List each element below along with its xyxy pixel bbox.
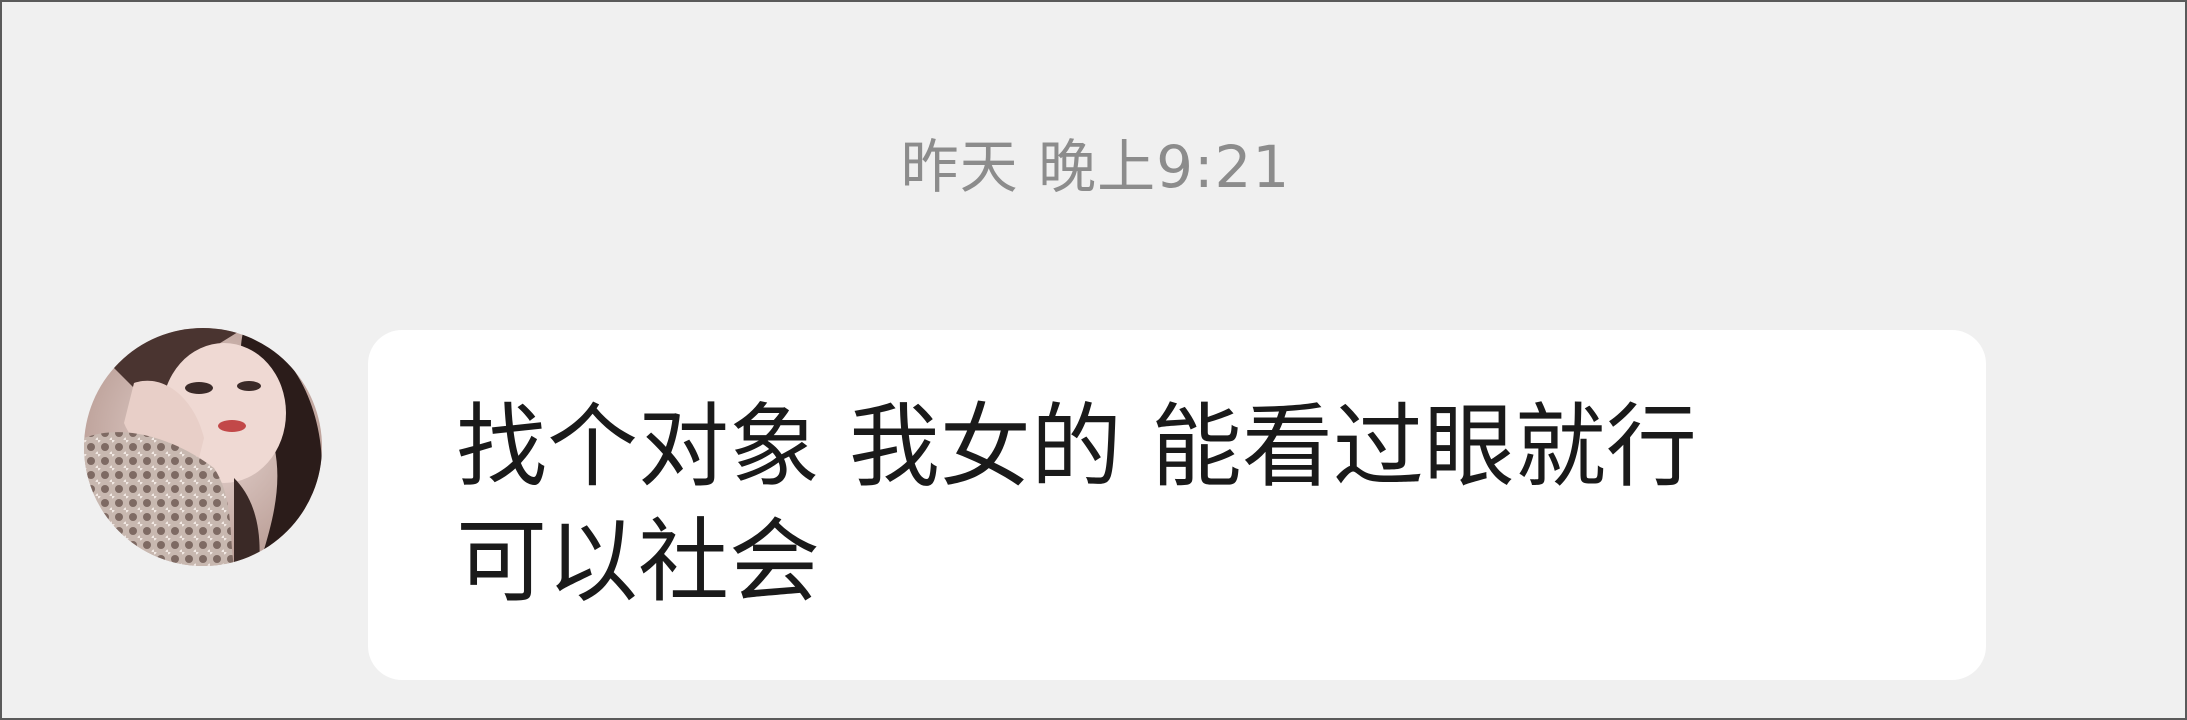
message-timestamp: 昨天 晚上9:21	[900, 133, 1291, 201]
sender-avatar[interactable]	[84, 328, 322, 566]
message-text: 找个对象 我女的 能看过眼就行 可以社会	[456, 395, 1697, 615]
message-bubble[interactable]: 找个对象 我女的 能看过眼就行 可以社会	[368, 330, 1986, 680]
avatar-photo-icon	[84, 328, 322, 566]
